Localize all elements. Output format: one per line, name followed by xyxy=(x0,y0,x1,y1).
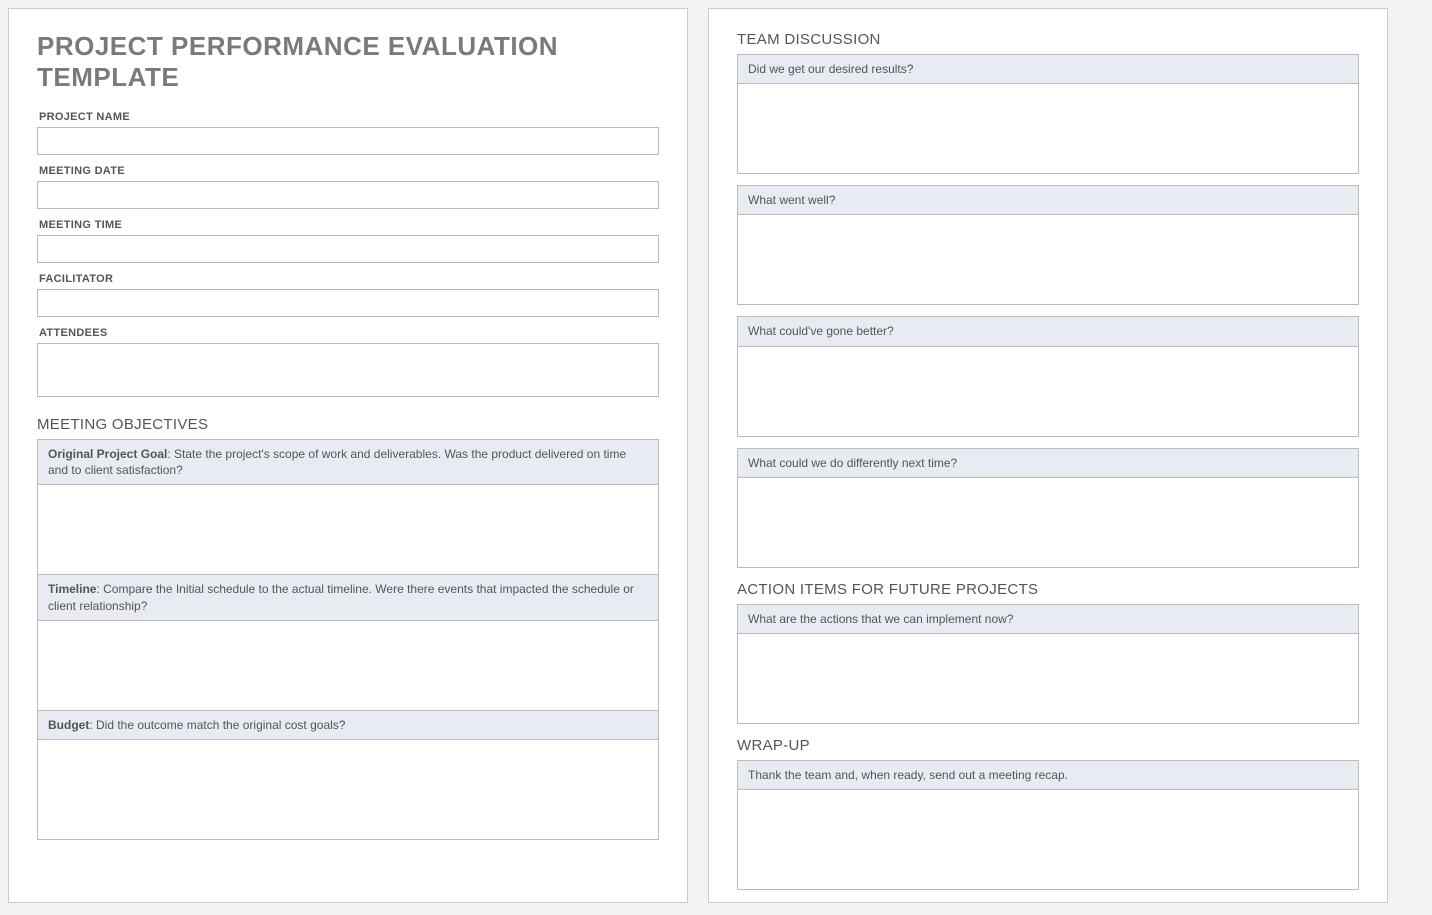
discussion-input-better[interactable] xyxy=(738,346,1358,436)
section-heading-wrapup: WRAP-UP xyxy=(737,737,1359,754)
objective-lead-goal: Original Project Goal xyxy=(48,447,167,461)
page-2: TEAM DISCUSSION Did we get our desired r… xyxy=(708,8,1388,903)
discussion-input-differently[interactable] xyxy=(738,477,1358,567)
input-meeting-time[interactable] xyxy=(37,235,659,263)
objective-prompt-budget: Budget: Did the outcome match the origin… xyxy=(38,711,658,739)
objective-prompt-goal: Original Project Goal: State the project… xyxy=(38,440,658,484)
wrapup-input[interactable] xyxy=(738,789,1358,889)
discussion-prompt-well: What went well? xyxy=(738,186,1358,214)
action-prompt: What are the actions that we can impleme… xyxy=(738,605,1358,633)
label-attendees: ATTENDEES xyxy=(39,327,659,339)
discussion-block-results: Did we get our desired results? xyxy=(737,54,1359,174)
objective-text-timeline: : Compare the Initial schedule to the ac… xyxy=(48,582,634,612)
page-title: PROJECT PERFORMANCE EVALUATION TEMPLATE xyxy=(37,31,659,93)
objective-text-budget: : Did the outcome match the original cos… xyxy=(89,718,345,732)
discussion-input-results[interactable] xyxy=(738,83,1358,173)
spacer xyxy=(737,436,1359,448)
action-block: What are the actions that we can impleme… xyxy=(737,604,1359,724)
wrapup-block: Thank the team and, when ready, send out… xyxy=(737,760,1359,890)
objective-block-timeline: Timeline: Compare the Initial schedule t… xyxy=(37,574,659,710)
objective-block-goal: Original Project Goal: State the project… xyxy=(37,439,659,575)
discussion-block-better: What could've gone better? xyxy=(737,316,1359,436)
spacer xyxy=(737,173,1359,185)
input-attendees[interactable] xyxy=(37,343,659,397)
objective-input-timeline[interactable] xyxy=(38,620,658,710)
input-meeting-date[interactable] xyxy=(37,181,659,209)
objective-input-budget[interactable] xyxy=(38,739,658,839)
objective-lead-budget: Budget xyxy=(48,718,89,732)
input-project-name[interactable] xyxy=(37,127,659,155)
objective-lead-timeline: Timeline xyxy=(48,582,96,596)
field-attendees: ATTENDEES xyxy=(37,327,659,402)
page-1: PROJECT PERFORMANCE EVALUATION TEMPLATE … xyxy=(8,8,688,903)
action-input[interactable] xyxy=(738,633,1358,723)
field-meeting-time: MEETING TIME xyxy=(37,219,659,263)
section-heading-action-items: ACTION ITEMS FOR FUTURE PROJECTS xyxy=(737,581,1359,598)
wrapup-prompt: Thank the team and, when ready, send out… xyxy=(738,761,1358,789)
label-meeting-date: MEETING DATE xyxy=(39,165,659,177)
objective-input-goal[interactable] xyxy=(38,484,658,574)
field-facilitator: FACILITATOR xyxy=(37,273,659,317)
section-heading-objectives: MEETING OBJECTIVES xyxy=(37,416,659,433)
label-meeting-time: MEETING TIME xyxy=(39,219,659,231)
discussion-prompt-better: What could've gone better? xyxy=(738,317,1358,345)
discussion-block-well: What went well? xyxy=(737,185,1359,305)
objective-prompt-timeline: Timeline: Compare the Initial schedule t… xyxy=(38,575,658,619)
section-heading-discussion: TEAM DISCUSSION xyxy=(737,31,1359,48)
label-facilitator: FACILITATOR xyxy=(39,273,659,285)
discussion-prompt-differently: What could we do differently next time? xyxy=(738,449,1358,477)
field-meeting-date: MEETING DATE xyxy=(37,165,659,209)
discussion-block-differently: What could we do differently next time? xyxy=(737,448,1359,568)
label-project-name: PROJECT NAME xyxy=(39,111,659,123)
input-facilitator[interactable] xyxy=(37,289,659,317)
field-project-name: PROJECT NAME xyxy=(37,111,659,155)
objective-block-budget: Budget: Did the outcome match the origin… xyxy=(37,710,659,840)
discussion-input-well[interactable] xyxy=(738,214,1358,304)
spacer xyxy=(737,304,1359,316)
template-container: PROJECT PERFORMANCE EVALUATION TEMPLATE … xyxy=(8,8,1424,903)
discussion-prompt-results: Did we get our desired results? xyxy=(738,55,1358,83)
